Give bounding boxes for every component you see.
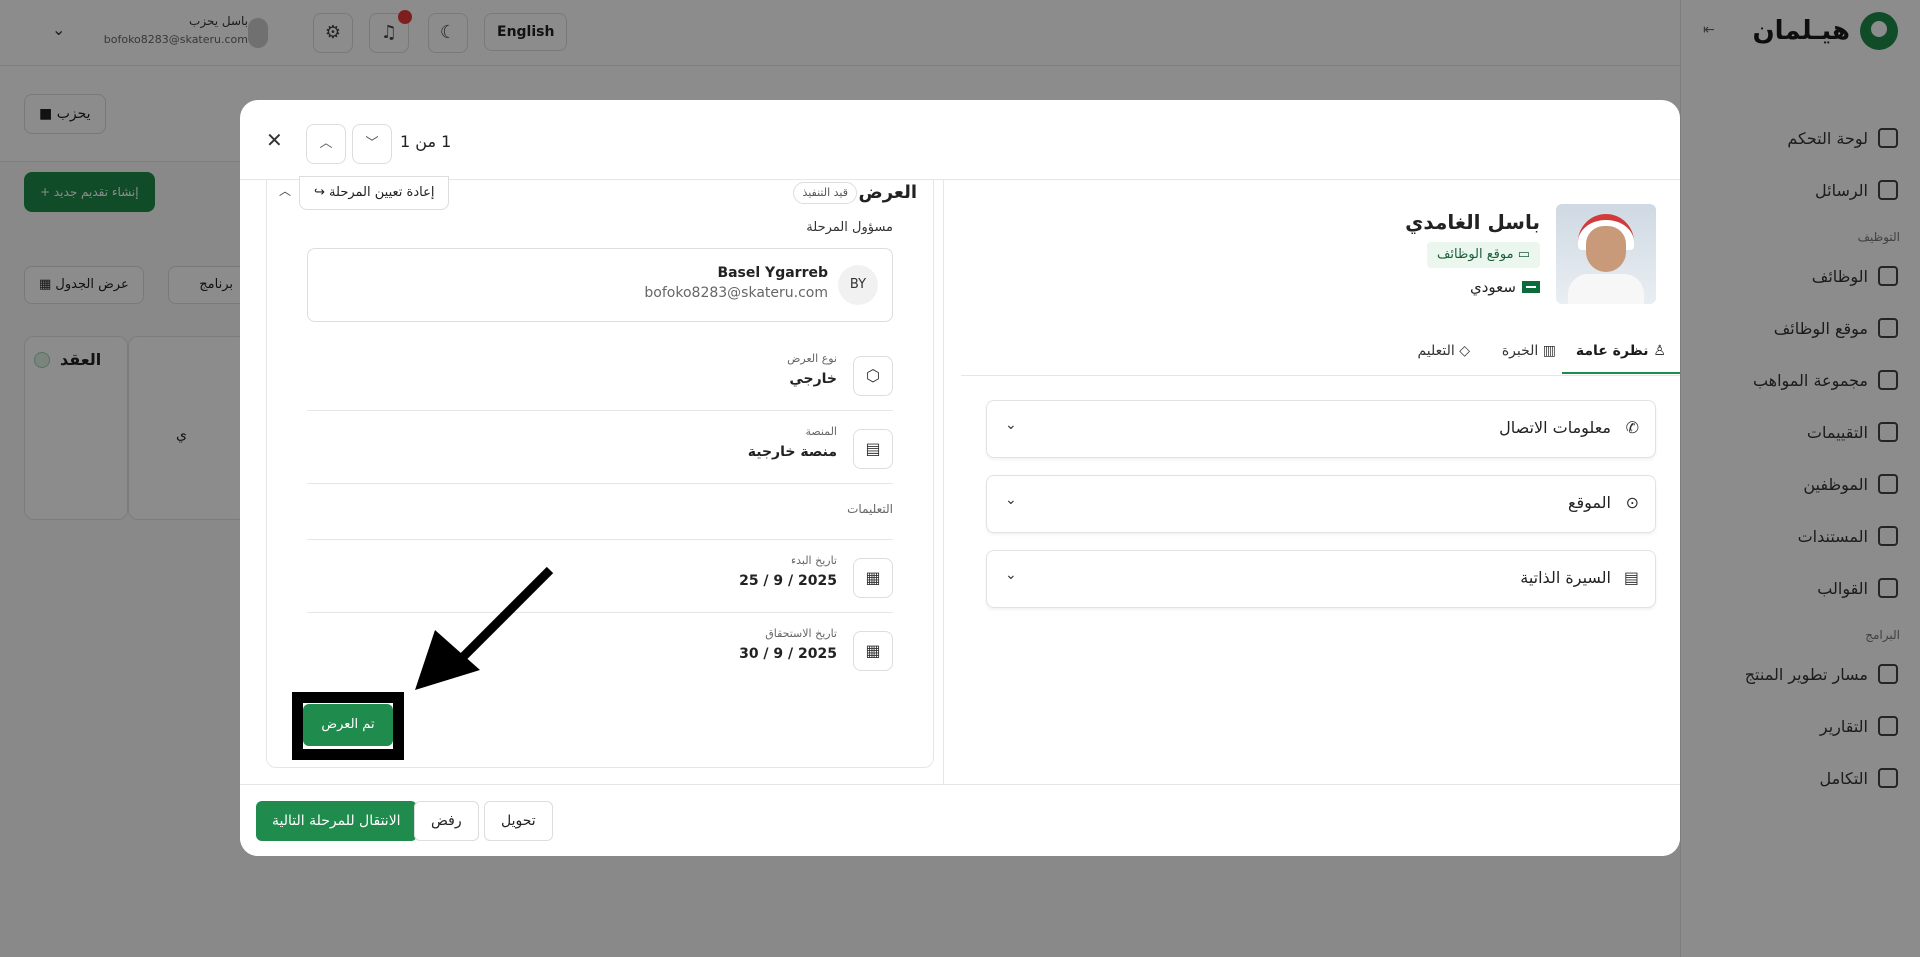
- field-label: تاريخ البدء: [790, 554, 837, 567]
- annotation-arrow: [415, 566, 554, 690]
- field-value: منصة خارجية: [747, 444, 837, 460]
- candidate-source-badge: ▭ موقع الوظائف: [1426, 242, 1540, 268]
- next-stage-button[interactable]: الانتقال للمرحلة التالية: [256, 801, 417, 841]
- owner-name: Basel Ygarreb: [717, 265, 828, 281]
- owner-email: bofoko8283@skateru.com: [644, 285, 828, 301]
- chevron-up-icon[interactable]: ︿: [279, 182, 291, 199]
- tab-education[interactable]: ◇ التعليم: [1403, 328, 1484, 374]
- tab-experience[interactable]: ▥ الخبرة: [1488, 328, 1570, 374]
- chevron-down-icon: ⌄: [1005, 417, 1017, 433]
- accordion-title: السيرة الذاتية: [1520, 568, 1611, 587]
- field-due-date: ▦ تاريخ الاستحقاق 30 / 9 / 2025: [307, 613, 893, 686]
- reassign-stage-button[interactable]: إعادة تعيين المرحلة ↪: [299, 176, 450, 210]
- field-value: 30 / 9 / 2025: [739, 646, 837, 662]
- chevron-up-icon[interactable]: ︿: [306, 124, 346, 164]
- calendar-icon: ▦: [853, 631, 893, 671]
- owner-label: مسؤول المرحلة: [806, 220, 893, 235]
- avatar: BY: [838, 265, 878, 305]
- instructions-label: التعليمات: [847, 502, 893, 516]
- location-icon: ⊙: [1625, 493, 1639, 512]
- settings-icon: ⬡: [853, 356, 893, 396]
- field-label: تاريخ الاستحقاق: [765, 627, 837, 640]
- instructions-row: التعليمات: [307, 484, 893, 540]
- tab-label: التعليم: [1417, 343, 1455, 359]
- accordion-location[interactable]: ⊙ الموقع ⌄: [986, 475, 1656, 533]
- close-icon[interactable]: ✕: [266, 128, 283, 152]
- candidate-photo: [1556, 204, 1656, 304]
- candidate-modal: ✕ ︿ ﹀ 1 من 1 العرض قيد التنفيذ إعادة تعي…: [240, 100, 1680, 856]
- phone-icon: ✆: [1625, 418, 1639, 437]
- field-value: 25 / 9 / 2025: [739, 573, 837, 589]
- document-icon: ▤: [1623, 568, 1639, 587]
- graduation-cap-icon: ◇: [1454, 343, 1470, 359]
- share-icon: ↪: [314, 185, 325, 200]
- tab-label: الخبرة: [1501, 343, 1539, 359]
- stage-card: العرض قيد التنفيذ إعادة تعيين المرحلة ↪ …: [266, 176, 934, 768]
- chevron-down-icon: ⌄: [1005, 492, 1017, 508]
- modal-header: ✕ ︿ ﹀ 1 من 1: [240, 100, 1680, 180]
- field-label: نوع العرض: [787, 352, 837, 365]
- candidate-name: باسل الغامدي: [1405, 210, 1540, 234]
- accordion-title: معلومات الاتصال: [1499, 418, 1611, 437]
- field-value: خارجي: [789, 371, 837, 387]
- candidate-tabs: ♙ نظرة عامة ▥ الخبرة ◇ التعليم: [961, 328, 1680, 376]
- stage-title: العرض: [858, 182, 918, 203]
- clipboard-icon: ▤: [853, 429, 893, 469]
- laptop-icon: ▭: [1513, 247, 1530, 262]
- tab-overview[interactable]: ♙ نظرة عامة: [1561, 328, 1680, 374]
- page-count: 1 من 1: [400, 132, 452, 151]
- reassign-stage-label: إعادة تعيين المرحلة: [329, 185, 435, 200]
- reject-button[interactable]: رفض: [414, 801, 479, 841]
- field-start-date: ▦ تاريخ البدء 25 / 9 / 2025: [307, 540, 893, 613]
- nationality-label: سعودي: [1470, 278, 1516, 296]
- owner-card: BY Basel Ygarreb bofoko8283@skateru.com: [307, 248, 893, 322]
- field-offer-type: ⬡ نوع العرض خارجي: [307, 338, 893, 411]
- user-icon: ♙: [1648, 343, 1666, 359]
- building-icon: ▥: [1538, 343, 1556, 359]
- accordion-contact-info[interactable]: ✆ معلومات الاتصال ⌄: [986, 400, 1656, 458]
- field-label: المنصة: [805, 425, 837, 438]
- offer-done-button[interactable]: تم العرض: [303, 704, 393, 746]
- field-platform: ▤ المنصة منصة خارجية: [307, 411, 893, 484]
- transfer-button[interactable]: تحويل: [484, 801, 553, 841]
- accordion-resume[interactable]: ▤ السيرة الذاتية ⌄: [986, 550, 1656, 608]
- chevron-down-icon: ⌄: [1005, 567, 1017, 583]
- status-badge: قيد التنفيذ: [793, 182, 857, 204]
- tab-label: نظرة عامة: [1575, 343, 1649, 359]
- modal-footer: الانتقال للمرحلة التالية رفض تحويل: [240, 784, 1680, 856]
- candidate-panel: باسل الغامدي ▭ موقع الوظائف سعودي ♙ نظرة…: [961, 180, 1680, 784]
- candidate-nationality: سعودي: [1470, 278, 1540, 296]
- chevron-down-icon[interactable]: ﹀: [352, 124, 392, 164]
- candidate-source: موقع الوظائف: [1436, 247, 1514, 262]
- accordion-title: الموقع: [1568, 493, 1611, 512]
- calendar-icon: ▦: [853, 558, 893, 598]
- saudi-flag-icon: [1522, 281, 1540, 293]
